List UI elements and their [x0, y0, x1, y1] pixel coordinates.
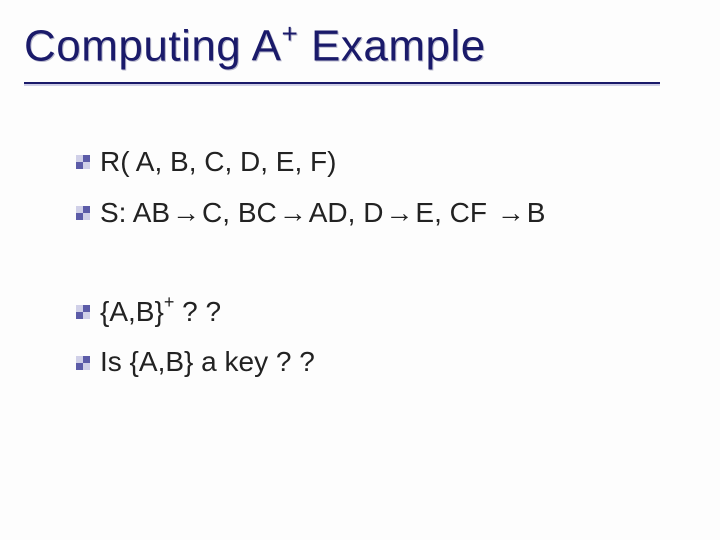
list-item: {A,B}+ ? ? [76, 290, 545, 335]
title-part2: Example [298, 22, 485, 71]
diamond-bullet-icon [76, 155, 90, 169]
list-item-text: {A,B}+ ? ? [100, 290, 221, 335]
list-item: Is {A,B} a key ? ? [76, 340, 545, 385]
list-item-text: Is {A,B} a key ? ? [100, 340, 315, 385]
list-item: R( A, B, C, D, E, F) [76, 140, 545, 185]
list-item-text: R( A, B, C, D, E, F) [100, 140, 336, 185]
slide-body: R( A, B, C, D, E, F) S: AB→C, BC→AD, D→E… [76, 140, 545, 391]
title-part1: Computing A [24, 22, 281, 71]
diamond-bullet-icon [76, 206, 90, 220]
list-item: S: AB→C, BC→AD, D→E, CF →B [76, 191, 545, 236]
slide-title: Computing A+ Example [24, 20, 486, 72]
list-item-text: S: AB→C, BC→AD, D→E, CF →B [100, 191, 545, 236]
title-underline [24, 82, 660, 84]
blank-line [76, 242, 545, 290]
title-superscript: + [281, 18, 298, 49]
diamond-bullet-icon [76, 305, 90, 319]
diamond-bullet-icon [76, 356, 90, 370]
